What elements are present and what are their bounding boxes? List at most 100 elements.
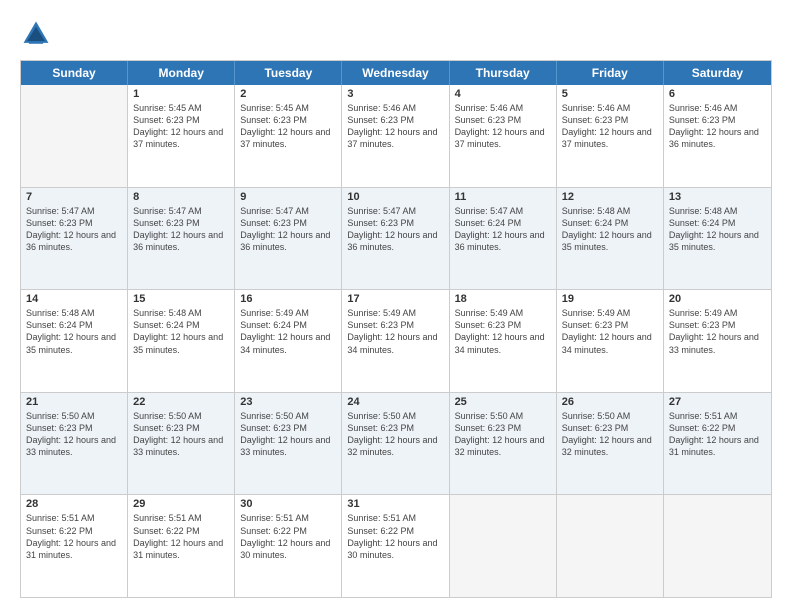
day-info: Sunrise: 5:51 AM Sunset: 6:22 PM Dayligh… — [347, 512, 443, 561]
day-number: 12 — [562, 191, 658, 203]
day-number: 25 — [455, 396, 551, 408]
day-cell-14: 14Sunrise: 5:48 AM Sunset: 6:24 PM Dayli… — [21, 290, 128, 392]
day-cell-3: 3 Sunrise: 5:46 AM Sunset: 6:23 PM Daylig… — [342, 85, 449, 187]
weekday-header-saturday: Saturday — [664, 61, 771, 85]
day-info: Sunrise: 5:50 AM Sunset: 6:23 PM Dayligh… — [562, 410, 658, 459]
empty-cell — [21, 85, 128, 187]
day-number: 31 — [347, 498, 443, 510]
day-cell-26: 26 Sunrise: 5:50 AM Sunset: 6:23 PM Dayli… — [557, 393, 664, 495]
day-info: Sunrise: 5:51 AM Sunset: 6:22 PM Dayligh… — [669, 410, 766, 459]
day-info: Sunrise: 5:50 AM Sunset: 6:23 PM Dayligh… — [455, 410, 551, 459]
day-number: 10 — [347, 191, 443, 203]
calendar-row-3: 14Sunrise: 5:48 AM Sunset: 6:24 PM Dayli… — [21, 289, 771, 392]
day-cell-21: 21 Sunrise: 5:50 AM Sunset: 6:23 PM Dayli… — [21, 393, 128, 495]
day-info: Sunrise: 5:49 AM Sunset: 6:23 PM Dayligh… — [455, 307, 551, 356]
day-number: 27 — [669, 396, 766, 408]
day-info: Sunrise: 5:49 AM Sunset: 6:23 PM Dayligh… — [669, 307, 766, 356]
day-cell-17: 17Sunrise: 5:49 AM Sunset: 6:23 PM Dayli… — [342, 290, 449, 392]
day-info: Sunrise: 5:47 AM Sunset: 6:23 PM Dayligh… — [26, 205, 122, 254]
day-cell-28: 28 Sunrise: 5:51 AM Sunset: 6:22 PM Dayli… — [21, 495, 128, 597]
day-info: Sunrise: 5:47 AM Sunset: 6:23 PM Dayligh… — [240, 205, 336, 254]
day-cell-31: 31 Sunrise: 5:51 AM Sunset: 6:22 PM Dayli… — [342, 495, 449, 597]
day-cell-30: 30 Sunrise: 5:51 AM Sunset: 6:22 PM Dayli… — [235, 495, 342, 597]
day-info: Sunrise: 5:51 AM Sunset: 6:22 PM Dayligh… — [240, 512, 336, 561]
day-cell-18: 18 Sunrise: 5:49 AM Sunset: 6:23 PM Dayli… — [450, 290, 557, 392]
header — [20, 18, 772, 50]
day-cell-4: 4 Sunrise: 5:46 AM Sunset: 6:23 PM Daylig… — [450, 85, 557, 187]
weekday-header-thursday: Thursday — [450, 61, 557, 85]
day-info: Sunrise: 5:46 AM Sunset: 6:23 PM Dayligh… — [669, 102, 766, 151]
day-number: 15 — [133, 293, 229, 305]
day-cell-2: 2 Sunrise: 5:45 AM Sunset: 6:23 PM Daylig… — [235, 85, 342, 187]
day-cell-12: 12Sunrise: 5:48 AM Sunset: 6:24 PM Dayli… — [557, 188, 664, 290]
calendar-body: 1 Sunrise: 5:45 AM Sunset: 6:23 PM Daylig… — [21, 85, 771, 597]
day-cell-10: 10 Sunrise: 5:47 AM Sunset: 6:23 PM Dayli… — [342, 188, 449, 290]
day-cell-8: 8Sunrise: 5:47 AM Sunset: 6:23 PM Daylig… — [128, 188, 235, 290]
empty-cell — [557, 495, 664, 597]
day-info: Sunrise: 5:46 AM Sunset: 6:23 PM Dayligh… — [347, 102, 443, 151]
day-cell-7: 7 Sunrise: 5:47 AM Sunset: 6:23 PM Daylig… — [21, 188, 128, 290]
day-number: 24 — [347, 396, 443, 408]
day-cell-16: 16Sunrise: 5:49 AM Sunset: 6:24 PM Dayli… — [235, 290, 342, 392]
day-number: 30 — [240, 498, 336, 510]
day-cell-1: 1 Sunrise: 5:45 AM Sunset: 6:23 PM Daylig… — [128, 85, 235, 187]
calendar-row-1: 1 Sunrise: 5:45 AM Sunset: 6:23 PM Daylig… — [21, 85, 771, 187]
day-number: 8 — [133, 191, 229, 203]
day-info: Sunrise: 5:46 AM Sunset: 6:23 PM Dayligh… — [562, 102, 658, 151]
weekday-header-sunday: Sunday — [21, 61, 128, 85]
day-number: 20 — [669, 293, 766, 305]
day-number: 28 — [26, 498, 122, 510]
day-number: 9 — [240, 191, 336, 203]
day-number: 26 — [562, 396, 658, 408]
day-info: Sunrise: 5:47 AM Sunset: 6:23 PM Dayligh… — [347, 205, 443, 254]
day-number: 18 — [455, 293, 551, 305]
day-number: 23 — [240, 396, 336, 408]
day-info: Sunrise: 5:48 AM Sunset: 6:24 PM Dayligh… — [26, 307, 122, 356]
day-cell-22: 22Sunrise: 5:50 AM Sunset: 6:23 PM Dayli… — [128, 393, 235, 495]
day-cell-25: 25 Sunrise: 5:50 AM Sunset: 6:23 PM Dayli… — [450, 393, 557, 495]
day-info: Sunrise: 5:46 AM Sunset: 6:23 PM Dayligh… — [455, 102, 551, 151]
day-cell-6: 6 Sunrise: 5:46 AM Sunset: 6:23 PM Daylig… — [664, 85, 771, 187]
day-cell-11: 11 Sunrise: 5:47 AM Sunset: 6:24 PM Dayli… — [450, 188, 557, 290]
day-info: Sunrise: 5:50 AM Sunset: 6:23 PM Dayligh… — [26, 410, 122, 459]
day-number: 5 — [562, 88, 658, 100]
day-cell-27: 27 Sunrise: 5:51 AM Sunset: 6:22 PM Dayli… — [664, 393, 771, 495]
day-info: Sunrise: 5:51 AM Sunset: 6:22 PM Dayligh… — [26, 512, 122, 561]
calendar-row-5: 28 Sunrise: 5:51 AM Sunset: 6:22 PM Dayli… — [21, 494, 771, 597]
day-info: Sunrise: 5:49 AM Sunset: 6:24 PM Dayligh… — [240, 307, 336, 356]
day-number: 21 — [26, 396, 122, 408]
day-cell-29: 29Sunrise: 5:51 AM Sunset: 6:22 PM Dayli… — [128, 495, 235, 597]
day-number: 2 — [240, 88, 336, 100]
day-info: Sunrise: 5:51 AM Sunset: 6:22 PM Dayligh… — [133, 512, 229, 561]
day-cell-19: 19 Sunrise: 5:49 AM Sunset: 6:23 PM Dayli… — [557, 290, 664, 392]
day-number: 3 — [347, 88, 443, 100]
day-number: 7 — [26, 191, 122, 203]
day-info: Sunrise: 5:49 AM Sunset: 6:23 PM Dayligh… — [562, 307, 658, 356]
day-number: 4 — [455, 88, 551, 100]
day-number: 19 — [562, 293, 658, 305]
day-info: Sunrise: 5:47 AM Sunset: 6:24 PM Dayligh… — [455, 205, 551, 254]
day-info: Sunrise: 5:48 AM Sunset: 6:24 PM Dayligh… — [133, 307, 229, 356]
day-cell-13: 13Sunrise: 5:48 AM Sunset: 6:24 PM Dayli… — [664, 188, 771, 290]
day-info: Sunrise: 5:45 AM Sunset: 6:23 PM Dayligh… — [133, 102, 229, 151]
day-cell-20: 20 Sunrise: 5:49 AM Sunset: 6:23 PM Dayli… — [664, 290, 771, 392]
empty-cell — [664, 495, 771, 597]
day-number: 6 — [669, 88, 766, 100]
day-cell-23: 23Sunrise: 5:50 AM Sunset: 6:23 PM Dayli… — [235, 393, 342, 495]
day-number: 11 — [455, 191, 551, 203]
calendar-row-2: 7 Sunrise: 5:47 AM Sunset: 6:23 PM Daylig… — [21, 187, 771, 290]
weekday-header-friday: Friday — [557, 61, 664, 85]
weekday-header-tuesday: Tuesday — [235, 61, 342, 85]
day-cell-9: 9 Sunrise: 5:47 AM Sunset: 6:23 PM Daylig… — [235, 188, 342, 290]
day-cell-5: 5 Sunrise: 5:46 AM Sunset: 6:23 PM Daylig… — [557, 85, 664, 187]
day-number: 1 — [133, 88, 229, 100]
logo — [20, 18, 56, 50]
day-info: Sunrise: 5:45 AM Sunset: 6:23 PM Dayligh… — [240, 102, 336, 151]
calendar-row-4: 21 Sunrise: 5:50 AM Sunset: 6:23 PM Dayli… — [21, 392, 771, 495]
logo-icon — [20, 18, 52, 50]
day-number: 17 — [347, 293, 443, 305]
weekday-header-monday: Monday — [128, 61, 235, 85]
day-cell-15: 15 Sunrise: 5:48 AM Sunset: 6:24 PM Dayli… — [128, 290, 235, 392]
day-info: Sunrise: 5:50 AM Sunset: 6:23 PM Dayligh… — [347, 410, 443, 459]
empty-cell — [450, 495, 557, 597]
